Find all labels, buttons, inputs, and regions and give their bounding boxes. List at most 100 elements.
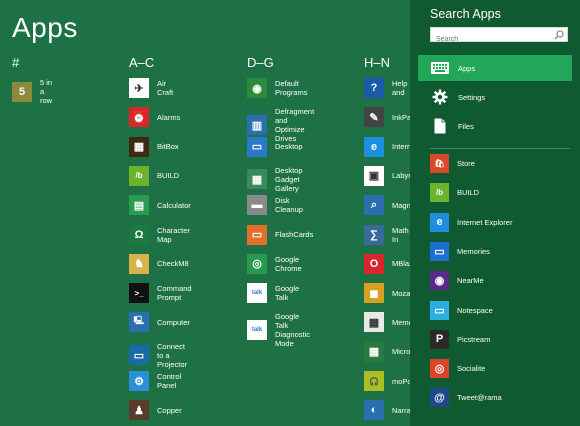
filter-apps[interactable]: Apps <box>418 55 572 81</box>
app-tile[interactable]: ▣ Labyrin <box>364 165 410 186</box>
notespace-icon: ▭ <box>430 300 449 320</box>
search-result-item[interactable]: 🛍 Store <box>430 154 475 173</box>
search-icon[interactable] <box>554 30 564 40</box>
page-title: Apps <box>12 12 78 43</box>
magnifier-icon: ⌕ <box>364 195 384 216</box>
store-icon: 🛍 <box>430 154 449 173</box>
app-label: Alarms <box>157 112 181 122</box>
search-pane-title: Search Apps <box>430 7 501 21</box>
calculator-icon: ▤ <box>129 195 149 216</box>
app-label: Computer <box>157 317 190 327</box>
app-tile[interactable]: ▬ Disk Cleanup <box>247 195 303 216</box>
flashcards-icon: ▭ <box>247 224 267 245</box>
app-tile[interactable]: O MBlaze <box>364 253 410 274</box>
app-label: Copper <box>157 405 182 415</box>
app-tile[interactable]: ▤ Calculator <box>129 195 191 216</box>
app-label: BUILD <box>157 171 180 181</box>
search-box <box>430 27 568 46</box>
settings-gear-icon <box>430 87 450 107</box>
divider <box>430 148 570 149</box>
search-result-label: Notespace <box>457 305 493 315</box>
app-label: Google Talk <box>275 284 300 303</box>
app-tile[interactable]: e Interne <box>364 136 410 157</box>
desktop-icon: ▭ <box>247 136 267 157</box>
alarm-clock-icon: ⏰ <box>129 107 149 128</box>
search-pane: Search Apps Apps Settings Files 🛍 Store/b BU… <box>410 0 580 426</box>
app-label: Calculator <box>157 200 191 210</box>
files-document-icon <box>430 116 450 136</box>
search-result-item[interactable]: ▭ Memories <box>430 241 490 261</box>
defragment-icon: ▥ <box>247 115 267 136</box>
picstream-icon: P <box>430 329 449 349</box>
memory-icon: ▦ <box>364 312 384 333</box>
app-label: Math In <box>392 225 409 244</box>
app-label: FlashCards <box>275 230 314 239</box>
search-result-label: Store <box>457 159 475 168</box>
internet-explorer-icon: e <box>430 212 449 232</box>
app-tile[interactable]: ⚙ Control Panel <box>129 371 181 391</box>
app-tile[interactable]: ▭ FlashCards <box>247 224 314 245</box>
labyrinth-icon: ▣ <box>364 165 384 186</box>
app-tile[interactable]: ⏰ Alarms <box>129 107 181 128</box>
mblaze-icon: O <box>364 253 384 274</box>
app-tile[interactable]: ▦ BitBox <box>129 136 179 157</box>
app-tile[interactable]: ▭ Desktop <box>247 136 303 157</box>
group-header: A–C <box>129 55 155 70</box>
app-tile[interactable]: ▦ Micros <box>364 341 410 362</box>
app-tile[interactable]: ♟ Copper <box>129 400 182 421</box>
search-result-item[interactable]: /b BUILD <box>430 183 479 203</box>
app-tile[interactable]: 5 5 in a row <box>12 78 52 105</box>
app-tile[interactable]: ▭ Connect to a Projector <box>129 342 187 369</box>
app-tile[interactable]: ◉ Default Programs <box>247 78 308 98</box>
app-tile[interactable]: talk Google Talk <box>247 283 300 304</box>
build-icon: /b <box>430 183 449 203</box>
app-tile[interactable]: /b BUILD <box>129 165 180 186</box>
character-map-icon: Ω <box>129 224 149 245</box>
projector-icon: ▭ <box>129 345 149 366</box>
app-tile[interactable]: talk Google Talk Diagnostic Mode <box>247 312 310 348</box>
search-result-label: Tweet@rama <box>457 393 502 403</box>
bitbox-icon: ▦ <box>129 136 149 157</box>
control-panel-icon: ⚙ <box>129 371 149 391</box>
app-tile[interactable]: Ω Character Map <box>129 224 190 245</box>
app-tile[interactable]: ? Help and <box>364 78 410 98</box>
copper-icon: ♟ <box>129 400 149 421</box>
tweetarama-icon: @ <box>430 388 449 408</box>
app-tile[interactable]: 🖳 Computer <box>129 312 190 333</box>
app-label: Desktop <box>275 142 303 152</box>
app-tile[interactable]: ▦ Desktop Gadget Gallery <box>247 166 303 193</box>
search-result-label: Internet Explorer <box>457 217 513 227</box>
app-label: Control Panel <box>157 372 182 390</box>
group-header: D–G <box>247 55 274 70</box>
five-in-a-row-icon: 5 <box>12 81 32 102</box>
math-input-icon: ∑ <box>364 224 384 245</box>
app-label: Narrato <box>392 405 410 415</box>
filter-files[interactable]: Files <box>418 113 572 139</box>
app-tile[interactable]: ◼ Mozaw <box>364 283 410 304</box>
app-label: Character Map <box>157 225 190 244</box>
internet-explorer-icon: e <box>364 136 384 157</box>
search-result-item[interactable]: e Internet Explorer <box>430 212 513 232</box>
app-tile[interactable]: ✎ InkPad <box>364 107 410 128</box>
app-tile[interactable]: ♞ CheckM8 <box>129 253 189 274</box>
search-result-item[interactable]: @ Tweet@rama <box>430 388 502 408</box>
app-label: Help and <box>392 79 408 97</box>
apps-keyboard-icon <box>430 58 450 78</box>
search-result-item[interactable]: ◉ NearMe <box>430 271 484 291</box>
search-input[interactable] <box>431 33 554 46</box>
app-tile[interactable]: ▦ Memor <box>364 312 410 333</box>
search-result-item[interactable]: ▭ Notespace <box>430 300 493 320</box>
app-tile[interactable]: ⌕ Magnif <box>364 195 410 216</box>
app-label: Air Craft <box>157 79 174 97</box>
app-tile[interactable]: ∑ Math In <box>364 224 410 245</box>
app-tile[interactable]: ◎ Google Chrome <box>247 253 302 274</box>
app-tile[interactable]: ✈ Air Craft <box>129 78 173 98</box>
search-result-item[interactable]: P Picstream <box>430 329 490 349</box>
google-talk-diagnostic-icon: talk <box>247 320 267 341</box>
app-label: CheckM8 <box>157 259 189 269</box>
app-tile[interactable]: 🎧 moPod <box>364 371 410 391</box>
search-result-item[interactable]: ◎ Socialite <box>430 359 485 379</box>
app-tile[interactable]: ◐ Narrato <box>364 400 410 421</box>
filter-settings[interactable]: Settings <box>418 84 572 110</box>
app-tile[interactable]: >_ Command Prompt <box>129 283 192 304</box>
